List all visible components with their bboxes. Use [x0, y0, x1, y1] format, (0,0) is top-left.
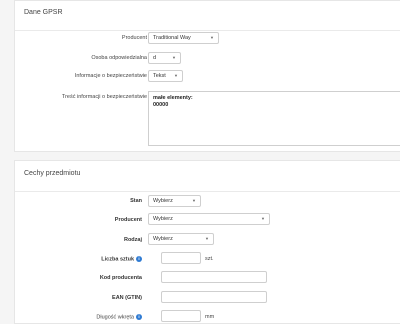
info-icon[interactable]: i — [136, 314, 142, 320]
liczba-input[interactable] — [161, 252, 201, 264]
gpsr-info-select[interactable]: Tekst ▼ — [148, 70, 183, 82]
cechy-producent-value: Wybierz — [153, 216, 173, 222]
chevron-down-icon: ▼ — [172, 55, 176, 60]
rodzaj-label: Rodzaj — [123, 237, 142, 243]
gpsr-tresc-label: Treść informacji o bezpieczeństwie — [61, 94, 147, 100]
gpsr-header: Dane GPSR — [15, 1, 400, 31]
gpsr-osoba-select[interactable]: d ▼ — [148, 52, 181, 64]
chevron-down-icon: ▼ — [261, 216, 265, 221]
cechy-panel: Cechy przedmiotu Stan Wybierz ▼ Producen… — [14, 160, 400, 324]
cechy-producent-select[interactable]: Wybierz ▼ — [148, 213, 270, 225]
gpsr-tresc-textarea[interactable]: małe elementy: 00000 — [148, 91, 400, 146]
chevron-down-icon: ▼ — [210, 35, 214, 40]
cechy-header: Cechy przedmiotu — [15, 161, 400, 192]
gpsr-info-label: Informacje o bezpieczeństwie — [74, 73, 147, 79]
liczba-label: Liczba sztuk i — [101, 256, 142, 262]
ean-input[interactable] — [161, 291, 267, 303]
gpsr-producent-select[interactable]: Traditional Way ▼ — [148, 32, 219, 44]
gpsr-tresc-line1: małe elementy: — [153, 95, 193, 101]
chevron-down-icon: ▼ — [205, 236, 209, 241]
kod-input[interactable] — [161, 271, 267, 283]
dlugosc-input[interactable] — [161, 310, 201, 322]
chevron-down-icon: ▼ — [192, 198, 196, 203]
cechy-title: Cechy przedmiotu — [24, 170, 81, 177]
rodzaj-value: Wybierz — [153, 236, 173, 242]
rodzaj-select[interactable]: Wybierz ▼ — [148, 233, 214, 245]
dlugosc-unit: mm — [205, 314, 215, 320]
stan-value: Wybierz — [153, 198, 173, 204]
gpsr-info-value: Tekst — [153, 73, 166, 79]
gpsr-tresc-line2: 00000 — [153, 102, 169, 108]
gpsr-osoba-label: Osoba odpowiedzialna — [91, 55, 147, 61]
ean-label: EAN (GTIN) — [112, 295, 142, 301]
stan-label: Stan — [130, 198, 142, 204]
dlugosc-label-text: Długość wkręta — [96, 314, 134, 321]
gpsr-producent-value: Traditional Way — [153, 35, 191, 41]
chevron-down-icon: ▼ — [174, 73, 178, 78]
info-icon[interactable]: i — [136, 256, 142, 262]
liczba-label-text: Liczba sztuk — [101, 256, 134, 263]
stan-select[interactable]: Wybierz ▼ — [148, 195, 201, 207]
gpsr-panel: Dane GPSR Producent Traditional Way ▼ Os… — [14, 0, 400, 152]
kod-label: Kod producenta — [99, 275, 142, 281]
gpsr-producent-label: Producent — [121, 35, 147, 41]
cechy-producent-label: Producent — [114, 217, 142, 223]
liczba-unit: szt. — [205, 256, 214, 262]
gpsr-osoba-value: d — [153, 55, 157, 61]
gpsr-title: Dane GPSR — [24, 9, 63, 16]
dlugosc-label: Długość wkręta i — [96, 314, 142, 320]
